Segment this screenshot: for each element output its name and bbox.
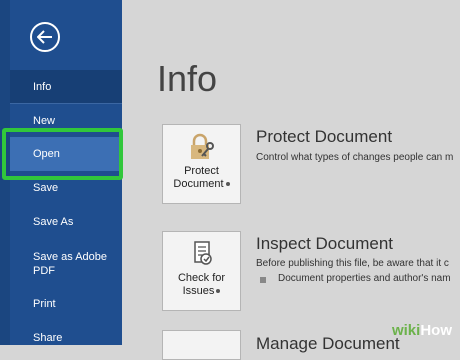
protect-label-line2: Document (173, 178, 224, 190)
check-for-issues-button[interactable]: Check for Issues (162, 231, 241, 311)
protect-label-line1: Protect (184, 165, 219, 177)
watermark-wiki: wiki (391, 322, 421, 339)
back-arrow-icon (37, 30, 52, 44)
bullet-icon (260, 277, 266, 283)
inspect-document-heading: Inspect Document (256, 234, 394, 253)
manage-document-heading: Manage Document (256, 334, 400, 353)
back-button[interactable] (30, 22, 60, 52)
chevron-down-icon (225, 182, 230, 187)
protect-document-button[interactable]: Protect Document (162, 124, 241, 204)
protect-document-description: Control what types of changes people can… (256, 152, 454, 163)
inspect-bullet-text: Document properties and author's nam (278, 273, 451, 284)
protect-button-label: Protect Document (163, 165, 240, 191)
open-highlight-box (2, 128, 123, 180)
lock-key-icon (191, 133, 214, 159)
protect-document-heading: Protect Document (256, 127, 393, 146)
inspect-label-line1: Check for (177, 272, 226, 284)
sidebar-item-info[interactable]: Info (10, 70, 122, 104)
chevron-down-icon (216, 289, 221, 294)
sidebar-item-share[interactable]: Share (10, 321, 122, 355)
inspect-document-icon (194, 241, 212, 265)
inspect-label-line2: Issues (182, 285, 215, 297)
page-title: Info (157, 58, 218, 99)
sidebar-item-save-as[interactable]: Save As (10, 205, 122, 239)
sidebar-item-save-as-adobe-pdf[interactable]: Save as Adobe PDF (10, 245, 110, 285)
sidebar-item-print[interactable]: Print (10, 287, 122, 321)
watermark-how: How (420, 322, 452, 339)
inspect-document-description: Before publishing this file, be aware th… (256, 258, 449, 269)
wikihow-watermark: wikiHow (392, 322, 452, 339)
inspect-button-label: Check for Issues (163, 272, 240, 298)
manage-document-button[interactable] (162, 330, 241, 360)
